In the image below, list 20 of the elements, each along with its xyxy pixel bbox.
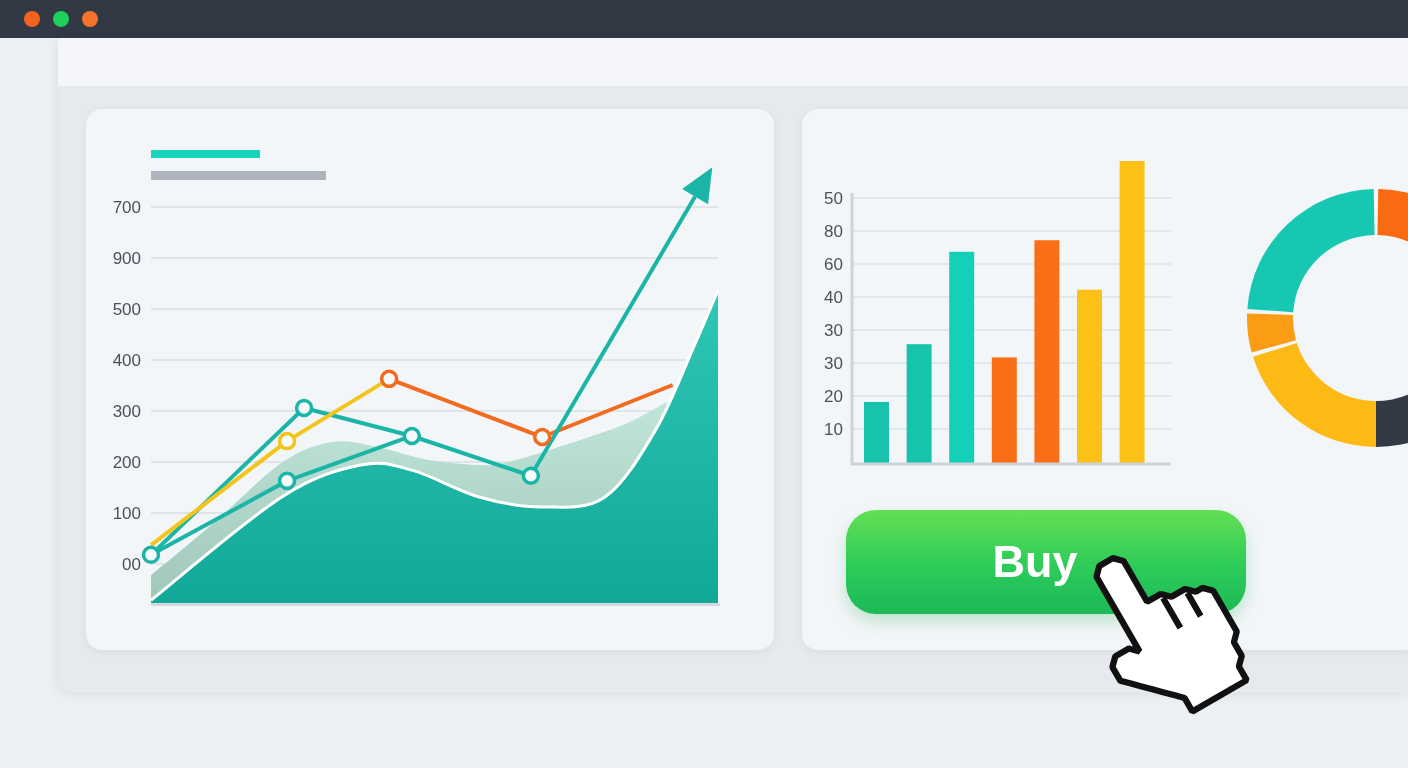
window-control-button[interactable]	[82, 11, 98, 27]
y-axis-label: 900	[112, 248, 141, 268]
y-axis-label: 500	[112, 299, 141, 319]
y-axis-label: 80	[824, 221, 843, 241]
y-axis-label: 200	[112, 452, 141, 472]
y-axis-label: 60	[824, 254, 843, 274]
y-axis-label: 10	[824, 419, 843, 439]
y-axis-label: 400	[112, 350, 141, 370]
y-axis-label: 30	[824, 353, 843, 373]
y-axis-label: 700	[112, 197, 141, 217]
window-control-button[interactable]	[24, 11, 40, 27]
y-axis-label: 20	[824, 386, 843, 406]
y-axis-label: 50	[824, 188, 843, 208]
y-axis-label: 100	[112, 503, 141, 523]
y-axis-label: 300	[112, 401, 141, 421]
window-control-button[interactable]	[53, 11, 69, 27]
y-axis-label: 00	[122, 554, 141, 574]
y-axis-label: 40	[824, 287, 843, 307]
buy-button[interactable]: Buy	[846, 510, 1246, 614]
y-axis-label: 30	[824, 320, 843, 340]
